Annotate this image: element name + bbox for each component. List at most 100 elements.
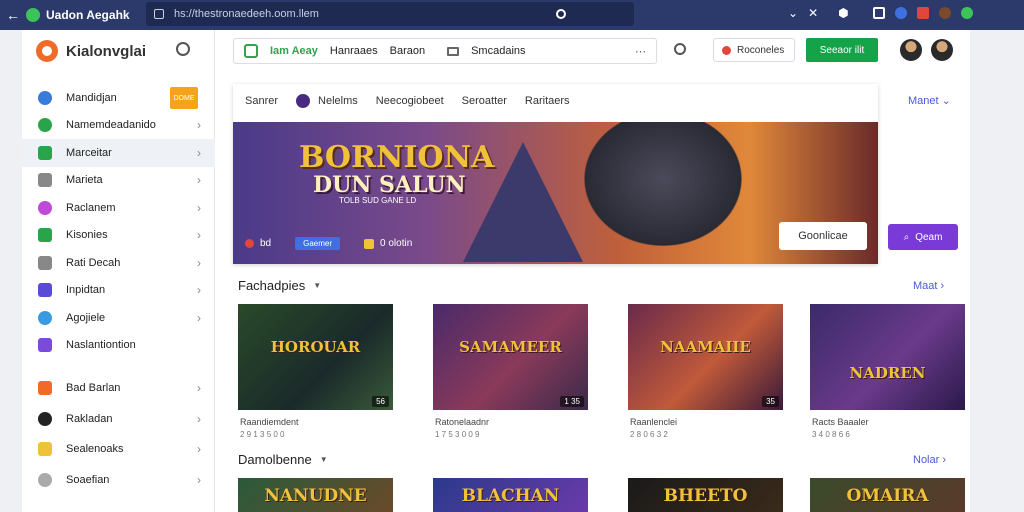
hero-viewers: 0 olotin: [380, 238, 413, 249]
sidebar-item-label: Rati Decah: [66, 256, 121, 269]
more-icon[interactable]: ⋯: [635, 45, 646, 58]
sidebar-item[interactable]: Bad Barlan ›: [22, 373, 215, 404]
search-icon[interactable]: [674, 43, 686, 55]
nav-icon: [38, 338, 52, 353]
chevron-right-icon: ›: [197, 118, 201, 133]
hero-cta-button[interactable]: Goonlicae: [779, 222, 867, 250]
close-icon[interactable]: ✕: [808, 6, 818, 20]
filter-bar: Iam Aeay Hanraaes Baraon Smcadains ⋯: [233, 38, 657, 64]
game-card[interactable]: NANUDNE: [238, 478, 393, 512]
avatar-icon[interactable]: [938, 7, 951, 19]
signup-button[interactable]: Seeaor ilit: [806, 38, 878, 62]
hero-meta: bd Gaemer 0 olotin: [245, 237, 412, 250]
sidebar-item-label: Namemdeadanido: [66, 119, 156, 132]
hero-meta-num: bd: [260, 238, 272, 249]
card-art-title: NADREN: [849, 364, 926, 382]
sidebar-item[interactable]: Rati Decah ›: [22, 249, 215, 277]
sidebar-item[interactable]: Namemdeadanido ›: [22, 112, 215, 140]
sidebar-nav: Mandidjan DOME Namemdeadanido › Marceitar ›…: [22, 84, 215, 495]
chip-active[interactable]: Iam Aeay: [270, 45, 318, 57]
sidebar-item[interactable]: Agojiele ›: [22, 304, 215, 332]
tab[interactable]: Neecogiobeet: [376, 95, 444, 107]
queue-button[interactable]: ⌕ Qeam: [888, 224, 958, 250]
avatar[interactable]: [931, 39, 953, 61]
nav-icon: [38, 381, 52, 396]
sidebar-item[interactable]: Kisonies ›: [22, 222, 215, 250]
section-more-link[interactable]: Nolar ›: [913, 454, 946, 466]
puzzle-icon[interactable]: [960, 7, 973, 19]
card-subtitle: 2 8 0 6 3 2: [630, 430, 668, 439]
queue-button-label: Qeam: [915, 231, 943, 243]
record-button-label: Roconeles: [737, 44, 785, 56]
chevron-down-icon[interactable]: ⌄: [788, 6, 798, 20]
nav-icon: [38, 145, 52, 160]
bookmark-icon[interactable]: [872, 7, 885, 19]
back-icon[interactable]: ←: [0, 7, 26, 23]
sidebar-item[interactable]: Rakladan ›: [22, 404, 215, 435]
search-icon: ⌕: [903, 231, 910, 243]
shield-icon[interactable]: ⬢: [838, 6, 848, 20]
featured-more-link[interactable]: Manet ⌄: [908, 94, 951, 107]
sidebar-item[interactable]: Marceitar ›: [22, 139, 215, 167]
sidebar-item[interactable]: Marieta ›: [22, 167, 215, 195]
nav-icon: [38, 200, 52, 215]
card-count: 56: [372, 396, 389, 407]
sidebar-item[interactable]: Naslantiontion: [22, 332, 215, 360]
sidebar-item[interactable]: Sealenoaks ›: [22, 434, 215, 465]
nav-icon: [38, 228, 52, 243]
genre-pill[interactable]: Gaemer: [295, 237, 341, 250]
card-title: Ratonelaadnr: [435, 417, 490, 427]
sidebar-item[interactable]: Mandidjan DOME: [22, 84, 215, 112]
section-title[interactable]: Fachadpies ▼: [238, 278, 321, 293]
tab[interactable]: Raritaers: [525, 95, 570, 107]
extension-icon[interactable]: [916, 7, 929, 19]
tab[interactable]: Seroatter: [462, 95, 507, 107]
record-button[interactable]: Roconeles: [713, 38, 795, 62]
game-card[interactable]: SAMAMEER 1 35: [433, 304, 588, 410]
chevron-right-icon: ›: [197, 381, 201, 396]
game-card[interactable]: NAAMAIIE 35: [628, 304, 783, 410]
sidebar-item[interactable]: Raclanem ›: [22, 194, 215, 222]
section-more-label: Nolar: [913, 454, 940, 466]
chevron-right-icon: ›: [197, 173, 201, 188]
section-title[interactable]: Damolbenne ▼: [238, 452, 328, 467]
game-card[interactable]: NADREN: [810, 304, 965, 410]
card-art-title: NAAMAIIE: [660, 338, 751, 356]
card-art-title: SAMAMEER: [459, 338, 562, 356]
card-art-title: OMAIRA: [846, 486, 929, 506]
warrior-graphic: [563, 122, 763, 264]
chip[interactable]: Hanraaes: [330, 45, 378, 57]
game-card[interactable]: BLACHAN: [433, 478, 588, 512]
section-more-link[interactable]: Maat ›: [913, 280, 944, 292]
nav-divider: [22, 359, 215, 373]
chip[interactable]: Baraon: [390, 45, 425, 57]
nav-icon: [38, 472, 52, 487]
card-title: Racts Baaaler: [812, 417, 869, 427]
chevron-right-icon: ›: [197, 472, 201, 487]
sidebar-item[interactable]: Soaefian ›: [22, 465, 215, 496]
nav-icon: [38, 411, 52, 426]
game-card[interactable]: HOROUAR 56: [238, 304, 393, 410]
url-bar[interactable]: hs://thestronaedeeh.oom.llem: [146, 2, 634, 26]
card-art-title: BHEETO: [663, 486, 748, 506]
chevron-right-icon: ›: [197, 411, 201, 426]
chevron-right-icon: ›: [197, 145, 201, 160]
reload-icon[interactable]: [556, 9, 566, 19]
chevron-right-icon: ›: [197, 283, 201, 298]
tab[interactable]: Nelelms: [318, 95, 358, 107]
sidebar-item-label: Marieta: [66, 174, 103, 187]
search-icon[interactable]: [176, 42, 190, 56]
hero-subtitle: DUN SALUN: [313, 172, 466, 198]
profile-icon[interactable]: [894, 7, 907, 19]
avatar[interactable]: [900, 39, 922, 61]
tab[interactable]: Sanrer: [245, 95, 278, 107]
sidebar-item[interactable]: Inpidtan ›: [22, 277, 215, 305]
game-card[interactable]: OMAIRA: [810, 478, 965, 512]
brand[interactable]: Kialonvglai: [36, 40, 146, 62]
game-card[interactable]: BHEETO: [628, 478, 783, 512]
nav-icon: [38, 255, 52, 270]
hero-banner[interactable]: BORNIONA DUN SALUN TOLB SUD GANE LD bd G…: [233, 122, 878, 264]
caret-down-icon: ▼: [313, 281, 322, 290]
browser-tab[interactable]: Uadon Aegahk: [26, 8, 136, 22]
chip[interactable]: Smcadains: [471, 45, 525, 57]
